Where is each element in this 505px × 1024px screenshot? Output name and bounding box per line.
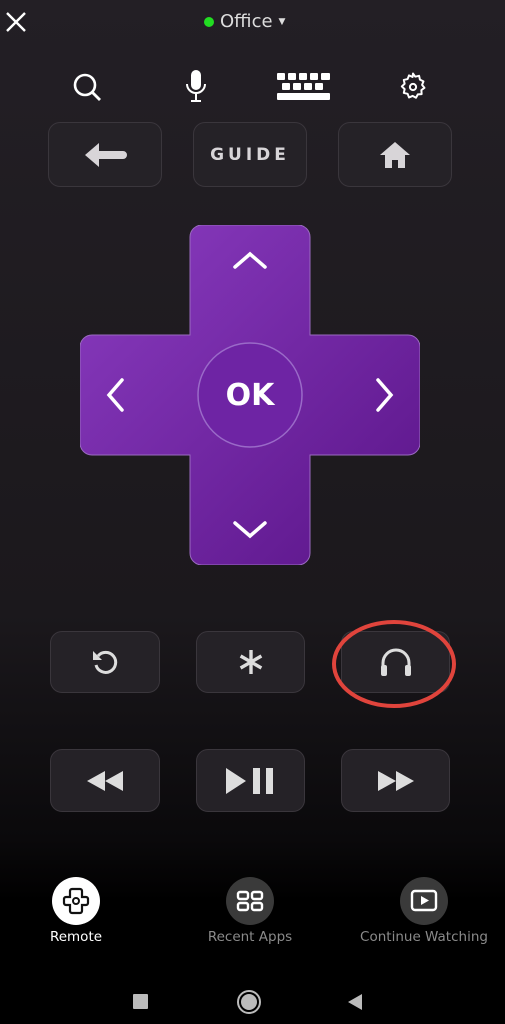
- dpad-left-button[interactable]: [90, 355, 140, 435]
- grid-icon: [236, 890, 264, 912]
- nav-remote-label[interactable]: Remote: [0, 929, 166, 945]
- nav-continue-watching-label[interactable]: Continue Watching: [334, 929, 505, 945]
- play-screen-icon: [410, 889, 438, 912]
- replay-button[interactable]: [50, 631, 160, 693]
- nav-remote-button[interactable]: [52, 877, 100, 925]
- nav-recent-apps-button[interactable]: [226, 877, 274, 925]
- rewind-icon: [87, 770, 123, 791]
- chevron-down-icon: [233, 521, 267, 539]
- ok-button[interactable]: OK: [198, 343, 302, 447]
- back-triangle-icon[interactable]: [347, 993, 363, 1011]
- highlight-circle: [332, 620, 456, 708]
- device-selector[interactable]: Office ▼: [204, 11, 285, 32]
- chevron-right-icon: [376, 378, 394, 412]
- rewind-button[interactable]: [50, 749, 160, 812]
- ok-label: OK: [225, 377, 275, 413]
- fast-forward-button[interactable]: [341, 749, 450, 812]
- close-icon[interactable]: [4, 10, 28, 34]
- guide-label: GUIDE: [210, 144, 290, 165]
- microphone-icon[interactable]: [182, 68, 210, 104]
- asterisk-icon: [239, 650, 262, 674]
- gear-icon[interactable]: [395, 69, 431, 105]
- dpad: OK: [80, 225, 420, 565]
- dpad-down-button[interactable]: [210, 505, 290, 555]
- chevron-left-icon: [106, 378, 124, 412]
- keyboard-icon[interactable]: [276, 72, 332, 102]
- back-arrow-icon: [85, 142, 127, 167]
- device-name: Office: [220, 11, 273, 32]
- back-button[interactable]: [48, 122, 162, 187]
- nav-recent-apps-label[interactable]: Recent Apps: [160, 929, 340, 945]
- play-pause-icon: [225, 767, 273, 794]
- guide-button[interactable]: GUIDE: [193, 122, 307, 187]
- home-button[interactable]: [338, 122, 452, 187]
- replay-icon: [93, 650, 118, 674]
- play-pause-button[interactable]: [196, 749, 305, 812]
- nav-continue-watching-button[interactable]: [400, 877, 448, 925]
- home-icon: [380, 141, 410, 168]
- status-dot: [204, 16, 214, 27]
- dpad-icon: [62, 887, 90, 915]
- options-button[interactable]: [196, 631, 305, 693]
- dpad-right-button[interactable]: [360, 355, 410, 435]
- chevron-up-icon: [233, 251, 267, 269]
- home-circle-icon[interactable]: [237, 990, 261, 1014]
- caret-down-icon: ▼: [278, 16, 286, 27]
- fast-forward-icon: [377, 770, 414, 791]
- search-icon[interactable]: [70, 70, 104, 104]
- recents-square-icon[interactable]: [133, 994, 148, 1009]
- dpad-up-button[interactable]: [210, 235, 290, 285]
